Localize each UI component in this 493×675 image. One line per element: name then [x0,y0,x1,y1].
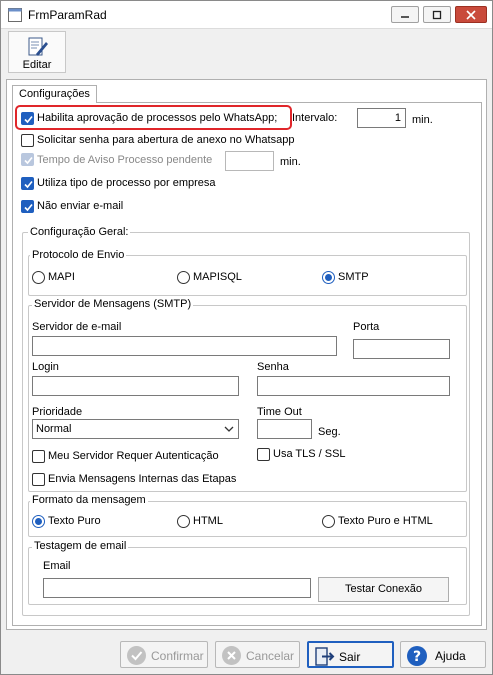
help-button[interactable]: ? Ajuda [400,641,486,668]
radio-mapi[interactable] [32,271,45,284]
interval-unit: min. [412,114,433,126]
confirm-label: Confirmar [151,649,204,663]
radio-plain-and-html-label: Texto Puro e HTML [338,515,433,527]
smtp-title: Servidor de Mensagens (SMTP) [32,298,194,310]
test-email-input[interactable] [43,578,311,598]
interval-value: 1 [394,112,401,124]
tls-label: Usa TLS / SSL [273,448,346,460]
window-title: FrmParamRad [28,8,107,22]
timeout-input[interactable] [257,419,312,439]
radio-mapisql-label: MAPISQL [193,271,242,283]
request-password-label: Solicitar senha para abertura de anexo n… [37,134,295,146]
internal-messages-label: Envia Mensagens Internas das Etapas [48,473,237,485]
server-label: Servidor de e-mail [32,321,122,333]
whatsapp-approval-label: Habilita aprovação de processos pelo Wha… [37,112,278,124]
check-icon [24,203,33,212]
cancel-button[interactable]: Cancelar [215,641,300,668]
tls-checkbox[interactable] [257,448,270,461]
auth-checkbox[interactable] [32,450,45,463]
title-bar: FrmParamRad [1,1,492,29]
priority-select[interactable]: Normal [32,419,239,439]
warn-time-unit: min. [280,156,301,168]
help-icon: ? [407,646,427,666]
protocol-title: Protocolo de Envio [30,249,127,261]
login-input[interactable] [32,376,239,396]
warn-time-input[interactable] [225,151,274,171]
app-icon [8,8,22,22]
warn-time-label: Tempo de Aviso Processo pendente [37,154,213,166]
radio-html[interactable] [177,515,190,528]
priority-value: Normal [36,423,72,435]
maximize-button[interactable] [423,6,451,23]
main-window: FrmParamRad Editar Configurações Habilit… [0,0,493,675]
general-config-title: Configuração Geral: [28,226,131,238]
cancel-label: Cancelar [246,649,295,663]
test-title: Testagem de email [32,540,129,552]
edit-icon [28,37,48,56]
exit-label: Sair [339,650,361,664]
radio-smtp[interactable] [322,271,335,284]
password-label: Senha [257,361,289,373]
radio-html-label: HTML [193,515,223,527]
password-input[interactable] [257,376,450,396]
process-type-label: Utiliza tipo de processo por empresa [37,177,216,189]
radio-smtp-label: SMTP [338,271,369,283]
exit-button[interactable]: Sair [307,641,394,668]
minimize-button[interactable] [391,6,419,23]
login-label: Login [32,361,59,373]
confirm-button[interactable]: Confirmar [120,641,208,668]
cancel-circle-icon [222,646,241,665]
request-password-checkbox[interactable] [21,134,34,147]
priority-label: Prioridade [32,406,83,418]
test-email-label: Email [43,560,71,572]
internal-messages-checkbox[interactable] [32,473,45,486]
auth-label: Meu Servidor Requer Autenticação [48,450,219,462]
check-icon [24,156,33,165]
check-icon [24,115,33,124]
smtp-group [28,305,467,492]
port-label: Porta [353,321,380,333]
close-icon [466,10,476,20]
timeout-unit: Seg. [318,426,341,438]
server-input[interactable] [32,336,337,356]
maximize-icon [432,10,442,20]
edit-label: Editar [22,59,52,71]
radio-plain-text-label: Texto Puro [48,515,101,527]
check-icon [24,180,33,189]
whatsapp-approval-checkbox[interactable] [21,112,34,125]
interval-input[interactable]: 1 [357,108,406,128]
help-label: Ajuda [435,649,466,663]
format-title: Formato da mensagem [30,494,148,506]
radio-mapisql[interactable] [177,271,190,284]
close-button[interactable] [455,6,487,23]
check-circle-icon [127,646,146,665]
process-type-checkbox[interactable] [21,177,34,190]
tab-configuracoes[interactable]: Configurações [12,85,97,103]
interval-label: Intervalo: [292,112,338,124]
protocol-group [28,255,467,296]
test-connection-button[interactable]: Testar Conexão [318,577,449,602]
port-input[interactable] [353,339,450,359]
no-email-label: Não enviar e-mail [37,200,124,212]
edit-button[interactable]: Editar [8,31,66,73]
radio-mapi-label: MAPI [48,271,75,283]
radio-plain-and-html[interactable] [322,515,335,528]
timeout-label: Time Out [257,406,302,418]
exit-door-icon [315,647,335,666]
toolbar: Editar [1,29,492,75]
svg-text:?: ? [413,649,421,665]
warn-time-checkbox[interactable] [21,153,34,166]
radio-plain-text[interactable] [32,515,45,528]
minimize-icon [401,16,409,18]
no-email-checkbox[interactable] [21,200,34,213]
chevron-down-icon [224,426,234,432]
